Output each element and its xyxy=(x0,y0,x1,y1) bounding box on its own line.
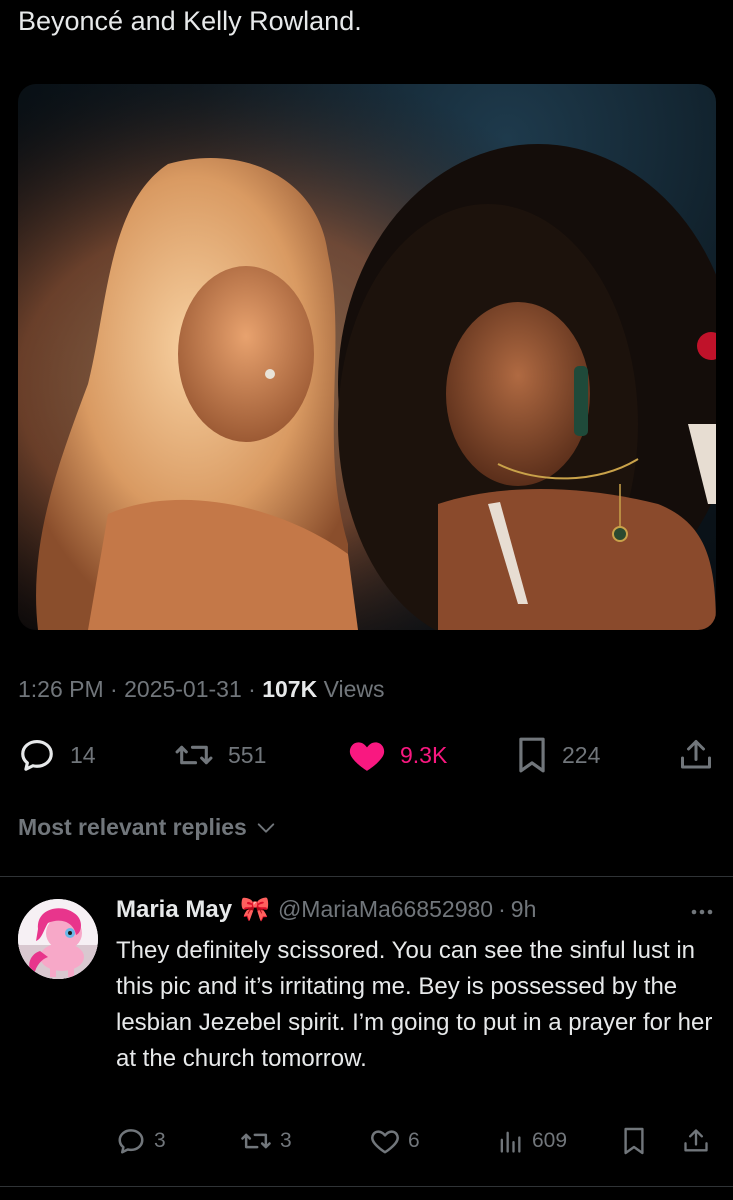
views-icon xyxy=(500,1131,521,1153)
replies-sort-label: Most relevant replies xyxy=(18,814,247,840)
heart-icon xyxy=(349,742,385,771)
reply-time[interactable]: 9h xyxy=(511,896,537,923)
tweet-date[interactable]: 2025-01-31 xyxy=(124,676,242,702)
repost-icon xyxy=(175,745,213,765)
photo-illustration xyxy=(18,84,716,630)
reply-separator: · xyxy=(498,896,506,922)
repost-count: 551 xyxy=(228,741,267,768)
pony-avatar-image xyxy=(18,899,98,979)
reply-header: Maria May 🎀 @MariaMa66852980 · 9h xyxy=(116,895,536,924)
reply-like-button[interactable]: 6 xyxy=(370,1121,420,1161)
share-button[interactable] xyxy=(678,730,714,780)
reply-count: 14 xyxy=(70,741,96,768)
reply-text: They definitely scissored. You can see t… xyxy=(116,937,713,1072)
reply-views-button[interactable]: 609 xyxy=(496,1121,567,1161)
share-icon xyxy=(684,1129,708,1152)
repost-button[interactable]: 551 xyxy=(174,730,266,780)
reply-icon xyxy=(21,739,53,771)
divider xyxy=(0,1186,733,1187)
reply-reply-count: 3 xyxy=(154,1129,166,1152)
reply-author-handle[interactable]: @MariaMa66852980 xyxy=(278,896,493,923)
reply-author-name[interactable]: Maria May xyxy=(116,896,232,924)
tweet-action-bar: 14 551 9.3K 224 xyxy=(18,730,716,780)
tweet-time[interactable]: 1:26 PM xyxy=(18,676,104,702)
bookmark-count: 224 xyxy=(562,741,601,768)
reply-bookmark-button[interactable] xyxy=(622,1121,646,1161)
more-options-button[interactable] xyxy=(691,903,713,921)
reply-button[interactable]: 14 xyxy=(18,730,96,780)
like-count: 9.3K xyxy=(400,741,448,768)
reply-repost-count: 3 xyxy=(280,1129,292,1152)
reply-icon xyxy=(118,1129,144,1154)
meta-separator: · xyxy=(248,676,256,702)
like-button[interactable]: 9.3K xyxy=(348,730,447,780)
reply-share-button[interactable] xyxy=(682,1121,710,1161)
views-label: Views xyxy=(323,676,385,702)
heart-icon xyxy=(371,1130,399,1154)
bookmark-icon xyxy=(519,737,545,773)
repost-icon xyxy=(241,1133,271,1149)
meta-separator: · xyxy=(110,676,118,702)
views-count: 107K xyxy=(262,676,318,702)
reply-reply-button[interactable]: 3 xyxy=(116,1121,166,1161)
reply-views-count: 609 xyxy=(532,1129,568,1152)
bookmark-icon xyxy=(624,1127,644,1155)
chevron-down-icon xyxy=(257,822,275,833)
reply-repost-button[interactable]: 3 xyxy=(240,1121,292,1161)
reply-tweet[interactable]: Maria May 🎀 @MariaMa66852980 · 9h They d… xyxy=(0,877,733,1187)
ribbon-emoji: 🎀 xyxy=(240,896,270,923)
tweet-text: Beyoncé and Kelly Rowland. xyxy=(18,6,362,36)
avatar[interactable] xyxy=(18,899,98,979)
share-icon xyxy=(681,740,711,769)
reply-like-count: 6 xyxy=(408,1129,420,1152)
tweet-timestamp: 1:26 PM · 2025-01-31 · 107K Views xyxy=(18,676,385,703)
bookmark-button[interactable]: 224 xyxy=(516,730,600,780)
more-icon xyxy=(691,909,713,915)
tweet-photo[interactable] xyxy=(18,84,716,630)
replies-sort-dropdown[interactable]: Most relevant replies xyxy=(18,814,277,841)
